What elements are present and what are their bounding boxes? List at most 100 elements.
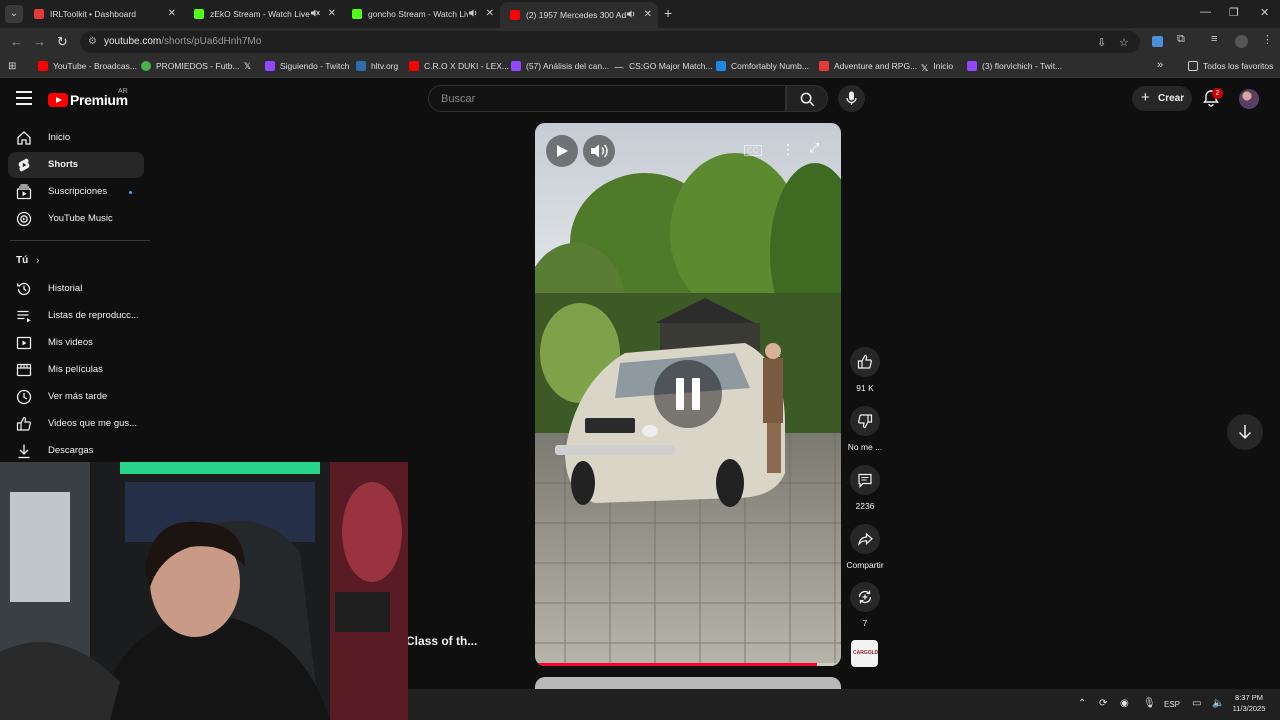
extensions-puzzle-icon[interactable]: ⧉ [1177, 33, 1185, 46]
bookmark-adventure-rpg[interactable]: Adventure and RPG... [819, 61, 917, 71]
taskbar-clock[interactable]: 8:37 PM 11/3/2025 [1226, 692, 1272, 714]
like-button[interactable]: 91 K [842, 347, 888, 393]
subscriptions-icon [16, 184, 32, 200]
bookmark-comfortably-numb[interactable]: Comfortably Numb... [716, 61, 809, 71]
next-short-button[interactable] [1227, 414, 1263, 450]
bookmark-promiedos[interactable]: PROMIEDOS - Futb... [141, 61, 240, 71]
sidebar-item-shorts[interactable]: Shorts [8, 152, 144, 178]
close-tab-icon[interactable]: ✕ [328, 8, 336, 19]
bookmark-siguiendo-twitch[interactable]: Siguiendo - Twitch [265, 61, 349, 71]
restore-icon[interactable]: ❐ [1229, 6, 1239, 19]
search-button[interactable] [786, 85, 828, 112]
create-button[interactable]: + Crear [1132, 86, 1192, 111]
account-avatar[interactable] [1239, 89, 1259, 109]
menu-hamburger-icon[interactable] [16, 91, 32, 105]
forward-icon[interactable]: → [33, 34, 46, 49]
microphone-icon[interactable]: 🎙 [1143, 698, 1156, 709]
short-title[interactable]: Class of th... [406, 634, 477, 648]
network-icon[interactable]: ▭ [1192, 698, 1201, 709]
captions-icon[interactable]: CC [744, 145, 762, 156]
sidebar-item-mis-videos[interactable]: Mis videos [8, 330, 144, 356]
tab-goncho-stream[interactable]: goncho Stream - Watch Live o ✕ [342, 4, 500, 26]
bookmark-analisis[interactable]: (57) Análisis del can... [511, 61, 609, 71]
shazam-favicon-icon [716, 61, 726, 71]
volume-button[interactable] [583, 135, 615, 167]
close-tab-icon[interactable]: ✕ [168, 8, 176, 19]
sidebar-item-descargas[interactable]: Descargas [8, 438, 144, 464]
profile-avatar[interactable] [1235, 35, 1248, 48]
short-video-player[interactable]: CC ⋮ ⤢ [535, 123, 841, 666]
extension-icon[interactable] [1152, 36, 1163, 47]
steam-icon[interactable]: ◉ [1120, 698, 1129, 709]
apps-grid-icon[interactable]: ⊞ [8, 61, 16, 72]
media-controls-icon[interactable]: ≡ [1211, 33, 1217, 45]
thumbs-up-icon [857, 354, 872, 369]
channel-avatar[interactable]: CARGOLD [851, 640, 878, 667]
tab-search-button[interactable]: ⌄ [5, 5, 23, 23]
close-tab-icon[interactable]: ✕ [644, 9, 652, 20]
close-window-icon[interactable]: ✕ [1260, 6, 1269, 19]
address-toolbar: ← → ↻ ⚙ youtube.com/shorts/pUa6dHnh7Mo ⇩… [0, 28, 1280, 56]
dislike-button[interactable]: No me ... [842, 406, 888, 452]
back-icon[interactable]: ← [10, 34, 23, 49]
bookmarks-overflow-icon[interactable]: » [1157, 59, 1163, 71]
voice-search-button[interactable] [838, 85, 865, 112]
sidebar-item-mis-peliculas[interactable]: Mis películas [8, 357, 144, 383]
you-section-header[interactable]: Tú › [16, 255, 39, 266]
sidebar-item-videos-que-me-gustan[interactable]: Videos que me gus... [8, 411, 144, 437]
sidebar-item-ver-mas-tarde[interactable]: Ver más tarde [8, 384, 144, 410]
comments-button[interactable]: 2236 [842, 465, 888, 511]
minimize-icon[interactable]: — [1200, 6, 1211, 18]
sidebar-item-youtube-music[interactable]: YouTube Music [8, 206, 144, 232]
bookmark-hltv[interactable]: hltv.org [356, 61, 398, 71]
bookmark-florvichich[interactable]: (3) florvichich - Twit... [967, 61, 1062, 71]
bookmark-youtube-broadcast[interactable]: YouTube - Broadcas... [38, 61, 137, 71]
bookmark-csgo-major[interactable]: CS:GO Major Match... [614, 61, 713, 71]
rpg-favicon-icon [819, 61, 829, 71]
bookmark-star-icon[interactable]: ☆ [1119, 36, 1129, 49]
pause-overlay[interactable] [654, 360, 722, 428]
address-bar[interactable]: ⚙ youtube.com/shorts/pUa6dHnh7Mo ⇩ ☆ [80, 31, 1140, 53]
playlists-icon [17, 310, 31, 323]
site-info-icon[interactable]: ⚙ [88, 36, 97, 47]
speaker-icon[interactable] [468, 8, 478, 20]
bookmark-cro-duki[interactable]: C.R.O X DUKI - LEX... [409, 61, 509, 71]
fullscreen-icon[interactable]: ⤢ [809, 140, 819, 156]
muted-icon[interactable] [310, 8, 320, 20]
more-options-icon[interactable]: ⋮ [781, 141, 795, 158]
sidebar-item-label: Mis películas [48, 364, 103, 375]
speaker-icon[interactable] [626, 9, 636, 21]
sidebar-item-suscripciones[interactable]: Suscripciones [8, 179, 144, 205]
remix-button[interactable]: 7 [842, 582, 888, 628]
comment-count: 2236 [855, 501, 875, 511]
share-button[interactable]: Compartir [842, 524, 888, 570]
tray-overflow-icon[interactable]: ⌃ [1078, 698, 1086, 709]
volume-icon[interactable]: 🔈 [1212, 698, 1224, 709]
like-count: 91 K [856, 383, 874, 393]
url-host: youtube.com [104, 36, 162, 47]
bookmark-x-inicio[interactable]: 𝕏 Inicio [921, 61, 953, 73]
browser-tab-strip: ⌄ IRLToolkit • Dashboard ✕ zEkO Stream -… [0, 0, 1280, 28]
new-tab-button[interactable]: + [664, 5, 672, 21]
sidebar-item-playlists[interactable]: Listas de reproducc... [8, 303, 144, 329]
sidebar-item-inicio[interactable]: Inicio [8, 125, 144, 151]
play-button[interactable] [546, 135, 578, 167]
all-favorites-folder[interactable]: Todos los favoritos [1188, 61, 1273, 71]
webcam-overlay [0, 462, 408, 720]
sync-icon[interactable]: ⟳ [1099, 698, 1107, 709]
tab-youtube-short[interactable]: (2) 1957 Mercedes 300 Ade ✕ [500, 2, 658, 28]
history-icon [17, 282, 31, 296]
sidebar-item-historial[interactable]: Historial [8, 276, 144, 302]
youtube-favicon-icon [510, 10, 520, 20]
x-logo-icon[interactable]: 𝕏 [244, 61, 251, 72]
sidebar-item-label: Inicio [48, 132, 71, 143]
close-tab-icon[interactable]: ✕ [486, 8, 494, 19]
browser-menu-icon[interactable]: ⋮ [1262, 33, 1273, 46]
reload-icon[interactable]: ↻ [57, 34, 68, 50]
install-app-icon[interactable]: ⇩ [1097, 36, 1106, 49]
language-indicator[interactable]: ESP [1164, 700, 1180, 709]
tab-zeko-stream[interactable]: zEkO Stream - Watch Live o ✕ [184, 4, 342, 26]
twitch-favicon-icon [967, 61, 977, 71]
tab-irltoolkit[interactable]: IRLToolkit • Dashboard ✕ [24, 4, 182, 26]
search-input[interactable]: Buscar [428, 85, 786, 112]
